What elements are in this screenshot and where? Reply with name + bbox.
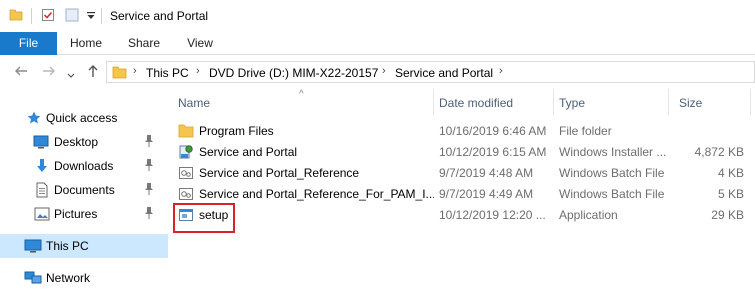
file-row[interactable]: Program Files 10/16/2019 6:46 AM File fo… xyxy=(174,121,755,142)
file-name: Service and Portal xyxy=(199,145,298,159)
file-row[interactable]: Service and Portal_Reference 9/7/2019 4:… xyxy=(174,163,755,184)
folder-icon xyxy=(9,8,23,25)
customize-toolbar-chevron-icon[interactable] xyxy=(86,10,96,24)
breadcrumb-chevron-icon[interactable]: › xyxy=(196,65,200,77)
title-separator xyxy=(101,8,102,24)
folder-icon xyxy=(178,123,194,141)
properties-icon[interactable] xyxy=(41,8,55,25)
column-header: Name Date modified Type Size xyxy=(170,89,755,117)
file-type: Application xyxy=(559,208,618,222)
tab-home[interactable]: Home xyxy=(62,32,110,55)
sidebar-item-label: Documents xyxy=(54,183,115,197)
sidebar-item-label: Pictures xyxy=(54,207,98,221)
tab-file[interactable]: File xyxy=(0,32,57,55)
star-icon xyxy=(26,110,42,129)
ribbon-tabs: File Home Share View xyxy=(0,32,755,55)
file-size: 4 KB xyxy=(717,166,744,180)
sidebar-item-label: Downloads xyxy=(54,159,114,173)
column-divider[interactable] xyxy=(553,89,554,115)
downloads-icon xyxy=(34,158,50,177)
window-title: Service and Portal xyxy=(110,9,209,23)
breadcrumb-dvd-drive[interactable]: DVD Drive (D:) MIM-X22-20157 xyxy=(209,66,378,80)
pictures-icon xyxy=(34,206,50,225)
title-separator xyxy=(31,8,32,24)
file-date-modified: 10/12/2019 12:20 ... xyxy=(439,208,546,222)
file-name: Service and Portal_Reference xyxy=(199,166,360,180)
sidebar-item-label: Quick access xyxy=(46,111,118,125)
installer-icon xyxy=(178,144,194,163)
file-size: 29 KB xyxy=(711,208,744,222)
file-name: Program Files xyxy=(199,124,274,138)
file-row[interactable]: Service and Portal_Reference_For_PAM_I..… xyxy=(174,184,755,205)
file-size: 5 KB xyxy=(717,187,744,201)
file-date-modified: 10/12/2019 6:15 AM xyxy=(439,145,547,159)
tab-share[interactable]: Share xyxy=(120,32,168,55)
up-arrow-icon[interactable] xyxy=(86,64,100,81)
forward-arrow-icon[interactable] xyxy=(42,64,56,81)
sidebar-item-label: This PC xyxy=(46,239,89,253)
breadcrumb-chevron-icon[interactable]: › xyxy=(133,65,137,77)
new-folder-icon[interactable] xyxy=(65,8,79,25)
pin-icon[interactable] xyxy=(143,158,155,175)
network-icon xyxy=(24,270,42,289)
file-date-modified: 10/16/2019 6:46 AM xyxy=(439,124,547,138)
batch-file-icon xyxy=(178,165,194,184)
file-row[interactable]: Service and Portal 10/12/2019 6:15 AM Wi… xyxy=(174,142,755,163)
column-divider[interactable] xyxy=(668,89,669,115)
file-date-modified: 9/7/2019 4:48 AM xyxy=(439,166,534,180)
back-arrow-icon[interactable] xyxy=(14,64,28,81)
desktop-icon xyxy=(33,134,49,153)
recent-locations-chevron-icon[interactable] xyxy=(67,67,75,83)
pin-icon[interactable] xyxy=(143,206,155,223)
sidebar-item-this-pc[interactable]: This PC xyxy=(0,234,168,258)
navigation-pane: Quick access Desktop Downloads Documents xyxy=(0,89,170,296)
sidebar-item-quick-access[interactable]: Quick access xyxy=(0,106,168,130)
breadcrumb-this-pc[interactable]: This PC xyxy=(146,66,189,80)
file-type: Windows Batch File xyxy=(559,187,665,201)
sidebar-item-network[interactable]: Network xyxy=(0,266,168,290)
file-row[interactable]: setup 10/12/2019 12:20 ... Application 2… xyxy=(174,205,755,226)
sidebar-item-label: Network xyxy=(46,271,91,285)
sidebar-item-downloads[interactable]: Downloads xyxy=(0,154,168,178)
documents-icon xyxy=(34,182,50,201)
file-name: Service and Portal_Reference_For_PAM_I..… xyxy=(199,187,434,201)
address-bar[interactable]: › This PC › DVD Drive (D:) MIM-X22-20157… xyxy=(106,61,755,83)
pin-icon[interactable] xyxy=(143,182,155,199)
breadcrumb-chevron-icon[interactable]: › xyxy=(499,65,503,77)
highlight-annotation xyxy=(173,203,235,233)
file-date-modified: 9/7/2019 4:49 AM xyxy=(439,187,534,201)
column-header-date-modified[interactable]: Date modified xyxy=(439,96,513,110)
file-type: File folder xyxy=(559,124,612,138)
sidebar-item-pictures[interactable]: Pictures xyxy=(0,202,168,226)
column-header-name[interactable]: Name xyxy=(178,96,210,110)
column-divider[interactable] xyxy=(750,89,751,115)
column-header-type[interactable]: Type xyxy=(559,96,585,110)
file-type: Windows Installer ... xyxy=(559,145,667,159)
sidebar-item-label: Desktop xyxy=(54,135,99,149)
folder-icon xyxy=(112,65,127,82)
sidebar-item-documents[interactable]: Documents xyxy=(0,178,168,202)
file-type: Windows Batch File xyxy=(559,166,665,180)
column-divider[interactable] xyxy=(433,89,434,115)
column-header-size[interactable]: Size xyxy=(679,96,702,110)
computer-icon xyxy=(24,238,42,257)
tab-view[interactable]: View xyxy=(176,32,224,55)
breadcrumb-service-and-portal[interactable]: Service and Portal xyxy=(395,66,493,80)
breadcrumb-chevron-icon[interactable]: › xyxy=(382,65,386,77)
file-size: 4,872 KB xyxy=(694,145,744,159)
title-bar: Service and Portal xyxy=(0,0,755,32)
pin-icon[interactable] xyxy=(143,134,155,151)
sidebar-item-desktop[interactable]: Desktop xyxy=(0,130,168,154)
